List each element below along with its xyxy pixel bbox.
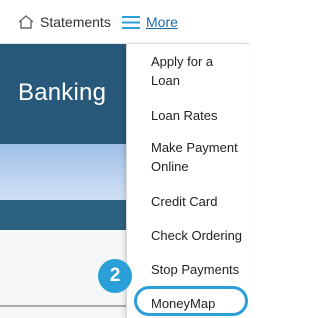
- highlight-ring: [134, 286, 248, 316]
- nav-more-label: More: [146, 14, 178, 30]
- step-number-badge: 2: [98, 259, 132, 293]
- hero-title: Banking: [18, 79, 107, 106]
- divider: [0, 305, 126, 307]
- menu-item-make-payment-online[interactable]: Make Payment Online: [127, 138, 251, 176]
- more-dropdown-menu: Apply for a Loan Loan Rates Make Payment…: [126, 44, 250, 318]
- menu-item-credit-card[interactable]: Credit Card: [127, 192, 251, 211]
- nav-more-menu-button[interactable]: More: [122, 0, 178, 44]
- menu-item-stop-payments[interactable]: Stop Payments: [127, 260, 251, 279]
- menu-item-apply-for-loan[interactable]: Apply for a Loan: [127, 52, 251, 90]
- home-icon: [18, 15, 34, 29]
- top-navigation-bar: Statements More: [0, 0, 250, 44]
- menu-item-loan-rates[interactable]: Loan Rates: [127, 106, 251, 125]
- menu-item-check-ordering[interactable]: Check Ordering: [127, 226, 251, 245]
- hamburger-menu-icon: [122, 15, 140, 29]
- nav-statements-link[interactable]: Statements: [18, 0, 111, 44]
- nav-statements-label: Statements: [40, 14, 111, 30]
